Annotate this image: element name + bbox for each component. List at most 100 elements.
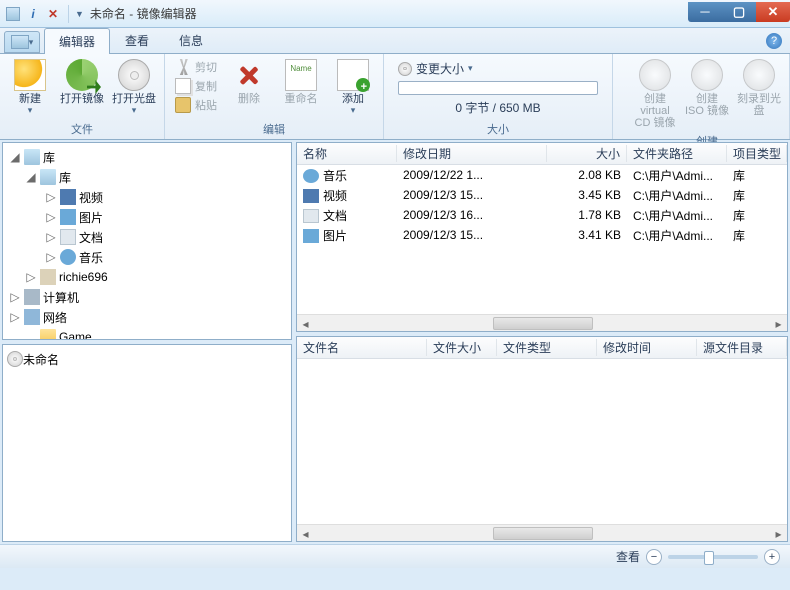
change-size-button[interactable]: 变更大小 ▾ — [398, 60, 598, 77]
tree-network[interactable]: ▷网络 — [5, 307, 289, 327]
quick-app-icon[interactable] — [4, 5, 22, 23]
open-image-button[interactable]: 打开镜像 — [56, 56, 108, 108]
tree-game[interactable]: Game — [5, 327, 289, 340]
zoom-slider[interactable] — [668, 555, 758, 559]
file-list-header[interactable]: 名称 修改日期 大小 文件夹路径 项目类型 — [297, 143, 787, 165]
add-icon — [337, 59, 369, 91]
source-tree[interactable]: ◢库 ◢库 ▷视频 ▷图片 ▷文档 ▷音乐 ▷richie696 ▷计算机 ▷网… — [2, 142, 292, 340]
disc-icon — [7, 351, 23, 367]
minimize-button[interactable]: ─ — [688, 2, 722, 22]
create-iso-button[interactable]: 创建ISO 镜像 — [681, 56, 733, 120]
tab-view[interactable]: 查看 — [110, 27, 164, 53]
computer-icon — [24, 289, 40, 305]
user-icon — [40, 269, 56, 285]
burn-icon — [743, 59, 775, 91]
tree-library-inner[interactable]: ◢库 — [5, 167, 289, 187]
video-icon — [60, 189, 76, 205]
network-icon — [24, 309, 40, 325]
size-progress — [398, 81, 598, 95]
file-list: 名称 修改日期 大小 文件夹路径 项目类型 音乐2009/12/22 1...2… — [296, 142, 788, 332]
quick-customize-dropdown[interactable]: ▼ — [75, 9, 84, 19]
delete-button[interactable]: 删除 — [223, 56, 275, 108]
zoom-out-button[interactable]: − — [646, 549, 662, 565]
col-type[interactable]: 项目类型 — [727, 145, 787, 162]
col-path[interactable]: 文件夹路径 — [627, 145, 727, 162]
hscroll[interactable]: ◂▸ — [297, 314, 787, 331]
zoom-in-button[interactable]: + — [764, 549, 780, 565]
burn-button[interactable]: 刻录到光盘 — [733, 56, 785, 120]
copy-button[interactable]: 复制 — [171, 77, 221, 95]
group-file-label: 文件 — [4, 120, 160, 139]
tree-pictures[interactable]: ▷图片 — [5, 207, 289, 227]
tree-documents[interactable]: ▷文档 — [5, 227, 289, 247]
dcol-src[interactable]: 源文件目录 — [697, 339, 787, 356]
new-button[interactable]: 新建▾ — [4, 56, 56, 119]
maximize-button[interactable]: ▢ — [722, 2, 756, 22]
disc-tree[interactable]: 未命名 — [2, 344, 292, 542]
library-folder-icon — [40, 169, 56, 185]
tree-user[interactable]: ▷richie696 — [5, 267, 289, 287]
open-disc-icon — [118, 59, 150, 91]
tab-info[interactable]: 信息 — [164, 27, 218, 53]
row-icon — [303, 209, 319, 223]
copy-icon — [175, 78, 191, 94]
ribbon: 新建▾ 打开镜像 打开光盘▾ 文件 剪切 复制 粘贴 删除 重命名 添加▾ 编辑… — [0, 54, 790, 140]
delete-icon — [233, 59, 265, 91]
rename-button[interactable]: 重命名 — [275, 56, 327, 108]
col-size[interactable]: 大小 — [547, 145, 627, 162]
tree-library[interactable]: ◢库 — [5, 147, 289, 167]
library-icon — [24, 149, 40, 165]
size-status: 0 字节 / 650 MB — [398, 99, 598, 116]
documents-icon — [60, 229, 76, 245]
dcol-mtime[interactable]: 修改时间 — [597, 339, 697, 356]
row-icon — [303, 189, 319, 203]
row-icon — [303, 229, 319, 243]
row-icon — [303, 169, 319, 183]
quick-close-icon[interactable]: ✕ — [44, 5, 62, 23]
status-view-label: 查看 — [616, 548, 640, 565]
hscroll-detail[interactable]: ◂▸ — [297, 524, 787, 541]
group-file: 新建▾ 打开镜像 打开光盘▾ 文件 — [0, 54, 165, 139]
group-create: 创建 virtualCD 镜像 创建ISO 镜像 刻录到光盘 创建 — [625, 54, 790, 139]
detail-header[interactable]: 文件名 文件大小 文件类型 修改时间 源文件目录 — [297, 337, 787, 359]
workarea: ◢库 ◢库 ▷视频 ▷图片 ▷文档 ▷音乐 ▷richie696 ▷计算机 ▷网… — [0, 140, 790, 544]
iso-icon — [691, 59, 723, 91]
dcol-name[interactable]: 文件名 — [297, 339, 427, 356]
create-vcd-button[interactable]: 创建 virtualCD 镜像 — [629, 56, 681, 132]
tab-editor[interactable]: 编辑器 — [44, 28, 110, 54]
group-edit: 剪切 复制 粘贴 删除 重命名 添加▾ 编辑 — [165, 54, 384, 139]
folder-icon — [40, 329, 56, 340]
table-row[interactable]: 视频2009/12/3 15...3.45 KBC:\用户\Admi...库 — [297, 185, 787, 205]
file-list-body[interactable]: 音乐2009/12/22 1...2.08 KBC:\用户\Admi...库视频… — [297, 165, 787, 314]
table-row[interactable]: 图片2009/12/3 15...3.41 KBC:\用户\Admi...库 — [297, 225, 787, 245]
new-icon — [14, 59, 46, 91]
open-image-icon — [66, 59, 98, 91]
detail-body[interactable] — [297, 359, 787, 524]
tree-music[interactable]: ▷音乐 — [5, 247, 289, 267]
quick-info-icon[interactable]: i — [24, 5, 42, 23]
group-edit-label: 编辑 — [169, 120, 379, 139]
statusbar: 查看 − + — [0, 544, 790, 568]
app-menu-button[interactable]: ▾ — [4, 31, 40, 53]
col-name[interactable]: 名称 — [297, 145, 397, 162]
cut-icon — [175, 59, 191, 75]
tree-video[interactable]: ▷视频 — [5, 187, 289, 207]
cut-button[interactable]: 剪切 — [171, 58, 221, 76]
open-disc-button[interactable]: 打开光盘▾ — [108, 56, 160, 119]
table-row[interactable]: 音乐2009/12/22 1...2.08 KBC:\用户\Admi...库 — [297, 165, 787, 185]
separator — [68, 5, 69, 23]
paste-button[interactable]: 粘贴 — [171, 96, 221, 114]
tree-computer[interactable]: ▷计算机 — [5, 287, 289, 307]
dcol-type[interactable]: 文件类型 — [497, 339, 597, 356]
help-icon[interactable]: ? — [766, 33, 782, 49]
group-size: 变更大小 ▾ 0 字节 / 650 MB 大小 — [384, 54, 613, 139]
table-row[interactable]: 文档2009/12/3 16...1.78 KBC:\用户\Admi...库 — [297, 205, 787, 225]
dcol-size[interactable]: 文件大小 — [427, 339, 497, 356]
window-title: 未命名 - 镜像编辑器 — [90, 5, 197, 22]
ribbon-tabs: ▾ 编辑器 查看 信息 ? — [0, 28, 790, 54]
detail-list: 文件名 文件大小 文件类型 修改时间 源文件目录 ◂▸ — [296, 336, 788, 542]
disc-root[interactable]: 未命名 — [7, 349, 287, 369]
col-date[interactable]: 修改日期 — [397, 145, 547, 162]
close-button[interactable]: ✕ — [756, 2, 790, 22]
add-button[interactable]: 添加▾ — [327, 56, 379, 119]
